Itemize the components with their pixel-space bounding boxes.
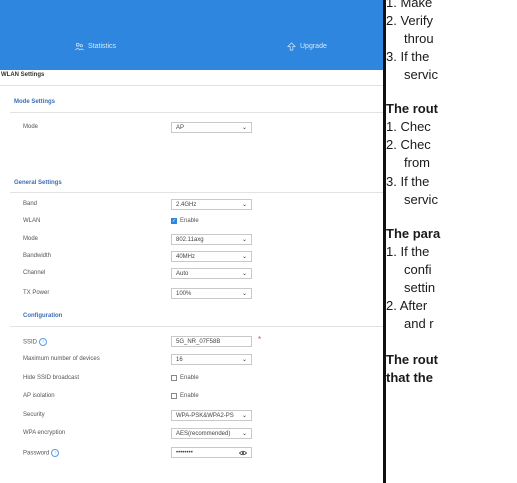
checkmark-icon: ✓ xyxy=(171,218,177,224)
manual-line: 2. After xyxy=(386,298,428,313)
tx-power-label: TX Power xyxy=(23,290,50,296)
password-input[interactable]: •••••••• xyxy=(171,447,252,458)
channel-select[interactable]: Auto ⌄ xyxy=(171,268,252,279)
bandwidth-label: Bandwidth xyxy=(23,253,52,259)
mode-settings-title: Mode Settings xyxy=(14,99,56,105)
chevron-down-icon: ⌄ xyxy=(241,254,247,260)
mode-select-value: AP xyxy=(176,124,185,131)
manual-line: 3. If the xyxy=(386,49,430,64)
bandwidth-select[interactable]: 40MHz ⌄ xyxy=(171,251,252,262)
manual-line: 2. Chec xyxy=(386,137,431,152)
page-title: WLAN Settings xyxy=(1,72,45,78)
manual-heading: The para xyxy=(386,226,441,241)
nav-statistics[interactable]: Statistics xyxy=(75,42,116,51)
hide-ssid-checkbox[interactable]: Enable xyxy=(171,373,199,383)
manual-line: from xyxy=(404,155,430,170)
password-label: Password? xyxy=(23,449,60,457)
ap-isolation-label: AP isolation xyxy=(23,393,55,399)
manual-line: 3. If the xyxy=(386,174,430,189)
divider xyxy=(10,112,383,113)
router-settings-panel: Statistics Upgrade WLAN Settings Mode Se… xyxy=(0,0,383,483)
wireless-mode-value: 802.11axg xyxy=(176,236,204,243)
max-devices-select[interactable]: 16 ⌄ xyxy=(171,354,252,365)
upgrade-icon xyxy=(287,42,296,51)
channel-label: Channel xyxy=(23,270,46,276)
password-label-text: Password xyxy=(23,450,50,457)
hide-ssid-enable-label: Enable xyxy=(180,375,199,381)
chevron-down-icon: ⌄ xyxy=(241,271,247,277)
chevron-down-icon: ⌄ xyxy=(241,125,247,131)
divider xyxy=(0,85,383,86)
manual-line: 2. Verify xyxy=(386,13,433,28)
manual-line: servic xyxy=(404,67,438,82)
divider xyxy=(10,326,383,327)
tx-power-value: 100% xyxy=(176,290,192,297)
help-icon[interactable]: ? xyxy=(39,338,48,346)
wlan-enable-label: Enable xyxy=(180,218,199,224)
password-value: •••••••• xyxy=(176,449,193,456)
ssid-value: 5G_NR_07F58B xyxy=(176,338,221,345)
divider xyxy=(10,192,383,193)
required-mark: * xyxy=(258,335,262,344)
chevron-down-icon: ⌄ xyxy=(241,291,247,297)
band-select[interactable]: 2.4GHz ⌄ xyxy=(171,199,252,210)
wireless-mode-select[interactable]: 802.11axg ⌄ xyxy=(171,234,252,245)
manual-heading: that the xyxy=(386,370,433,385)
ssid-label: SSID? xyxy=(23,338,48,346)
chevron-down-icon: ⌄ xyxy=(241,357,247,363)
chevron-down-icon: ⌄ xyxy=(241,237,247,243)
manual-heading: The rout xyxy=(386,101,438,116)
chevron-down-icon: ⌄ xyxy=(241,202,247,208)
ap-isolation-checkbox[interactable]: Enable xyxy=(171,391,199,401)
nav-upgrade[interactable]: Upgrade xyxy=(287,42,327,51)
mode-label: Mode xyxy=(23,124,39,130)
manual-line: confi xyxy=(404,262,432,277)
band-select-value: 2.4GHz xyxy=(176,201,197,208)
eye-icon[interactable] xyxy=(239,450,247,456)
wlan-label: WLAN xyxy=(23,218,41,224)
manual-line: and r xyxy=(404,316,434,331)
security-label: Security xyxy=(23,412,45,418)
manual-line: 1. Chec xyxy=(386,119,431,134)
security-select[interactable]: WPA-PSK&WPA2-PS ⌄ xyxy=(171,410,252,421)
manual-heading: The rout xyxy=(386,352,438,367)
ap-isolation-enable-label: Enable xyxy=(180,393,199,399)
wlan-enable-checkbox[interactable]: ✓ Enable xyxy=(171,216,199,226)
nav-statistics-label: Statistics xyxy=(88,43,117,50)
channel-value: Auto xyxy=(176,270,189,277)
wpa-encryption-label: WPA encryption xyxy=(23,430,66,436)
nav-upgrade-label: Upgrade xyxy=(300,43,327,50)
security-value: WPA-PSK&WPA2-PS xyxy=(176,412,234,419)
hide-ssid-label: Hide SSID broadcast xyxy=(23,375,80,381)
wireless-mode-label: Mode xyxy=(23,236,39,242)
wpa-encryption-select[interactable]: AES(recommended) ⌄ xyxy=(171,428,252,439)
manual-line: 1. If the xyxy=(386,244,430,259)
manual-line: settin xyxy=(404,280,436,295)
manual-line: servic xyxy=(404,192,438,207)
checkbox-icon xyxy=(171,393,177,399)
band-label: Band xyxy=(23,201,38,207)
checkbox-icon xyxy=(171,375,177,381)
max-devices-value: 16 xyxy=(176,356,183,363)
ssid-label-text: SSID xyxy=(23,339,38,346)
help-icon[interactable]: ? xyxy=(51,449,60,457)
manual-line: throu xyxy=(404,31,434,46)
wpa-encryption-value: AES(recommended) xyxy=(176,430,231,437)
ssid-input[interactable]: 5G_NR_07F58B xyxy=(171,336,252,347)
manual-line: 1. Make xyxy=(386,0,433,10)
tx-power-select[interactable]: 100% ⌄ xyxy=(171,288,252,299)
max-devices-label: Maximum number of devices xyxy=(23,356,100,362)
chevron-down-icon: ⌄ xyxy=(241,413,247,419)
top-navigation-bar: Statistics Upgrade xyxy=(0,0,383,70)
statistics-icon xyxy=(75,42,84,51)
general-settings-title: General Settings xyxy=(14,180,62,186)
mode-select[interactable]: AP ⌄ xyxy=(171,122,252,133)
manual-text-column: 1. Make 2. Verify throu 3. If the servic… xyxy=(386,0,517,483)
chevron-down-icon: ⌄ xyxy=(241,431,247,437)
bandwidth-value: 40MHz xyxy=(176,253,196,260)
configuration-title: Configuration xyxy=(23,313,63,319)
